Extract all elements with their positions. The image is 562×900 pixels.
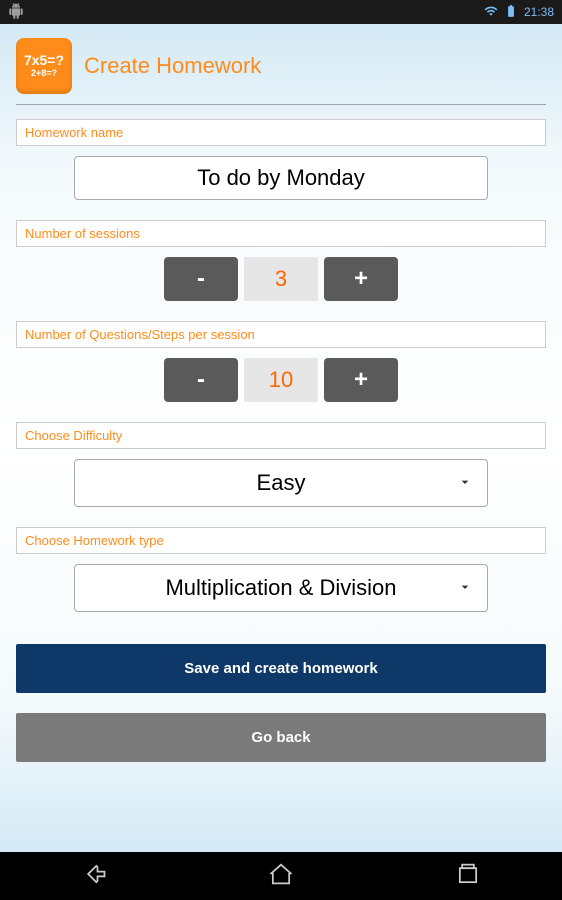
type-label: Choose Homework type xyxy=(16,527,546,554)
difficulty-label: Choose Difficulty xyxy=(16,422,546,449)
type-select[interactable]: Multiplication & Division xyxy=(74,564,487,612)
questions-stepper: - 10 + xyxy=(16,358,546,402)
status-bar: 21:38 xyxy=(0,0,562,24)
questions-label: Number of Questions/Steps per session xyxy=(16,321,546,348)
recent-icon[interactable] xyxy=(454,860,482,893)
header: 7x5=? 2+8=? Create Homework xyxy=(16,24,546,105)
nav-bar xyxy=(0,852,562,900)
android-icon xyxy=(8,3,24,22)
questions-value: 10 xyxy=(244,358,318,402)
wifi-icon xyxy=(484,4,498,21)
back-icon[interactable] xyxy=(80,860,108,893)
sessions-value: 3 xyxy=(244,257,318,301)
sessions-minus-button[interactable]: - xyxy=(164,257,238,301)
home-icon[interactable] xyxy=(267,860,295,893)
difficulty-value: Easy xyxy=(89,470,472,496)
main-content: 7x5=? 2+8=? Create Homework Homework nam… xyxy=(0,24,562,852)
status-time: 21:38 xyxy=(524,5,554,19)
questions-minus-button[interactable]: - xyxy=(164,358,238,402)
save-button[interactable]: Save and create homework xyxy=(16,644,546,693)
sessions-label: Number of sessions xyxy=(16,220,546,247)
sessions-stepper: - 3 + xyxy=(16,257,546,301)
battery-icon xyxy=(504,4,518,21)
page-title: Create Homework xyxy=(84,53,261,79)
chevron-down-icon xyxy=(457,470,473,496)
sessions-plus-button[interactable]: + xyxy=(324,257,398,301)
app-icon: 7x5=? 2+8=? xyxy=(16,38,72,94)
type-value: Multiplication & Division xyxy=(89,575,472,601)
homework-name-label: Homework name xyxy=(16,119,546,146)
chevron-down-icon xyxy=(457,575,473,601)
difficulty-select[interactable]: Easy xyxy=(74,459,487,507)
homework-name-input[interactable] xyxy=(74,156,487,200)
go-back-button[interactable]: Go back xyxy=(16,713,546,762)
questions-plus-button[interactable]: + xyxy=(324,358,398,402)
